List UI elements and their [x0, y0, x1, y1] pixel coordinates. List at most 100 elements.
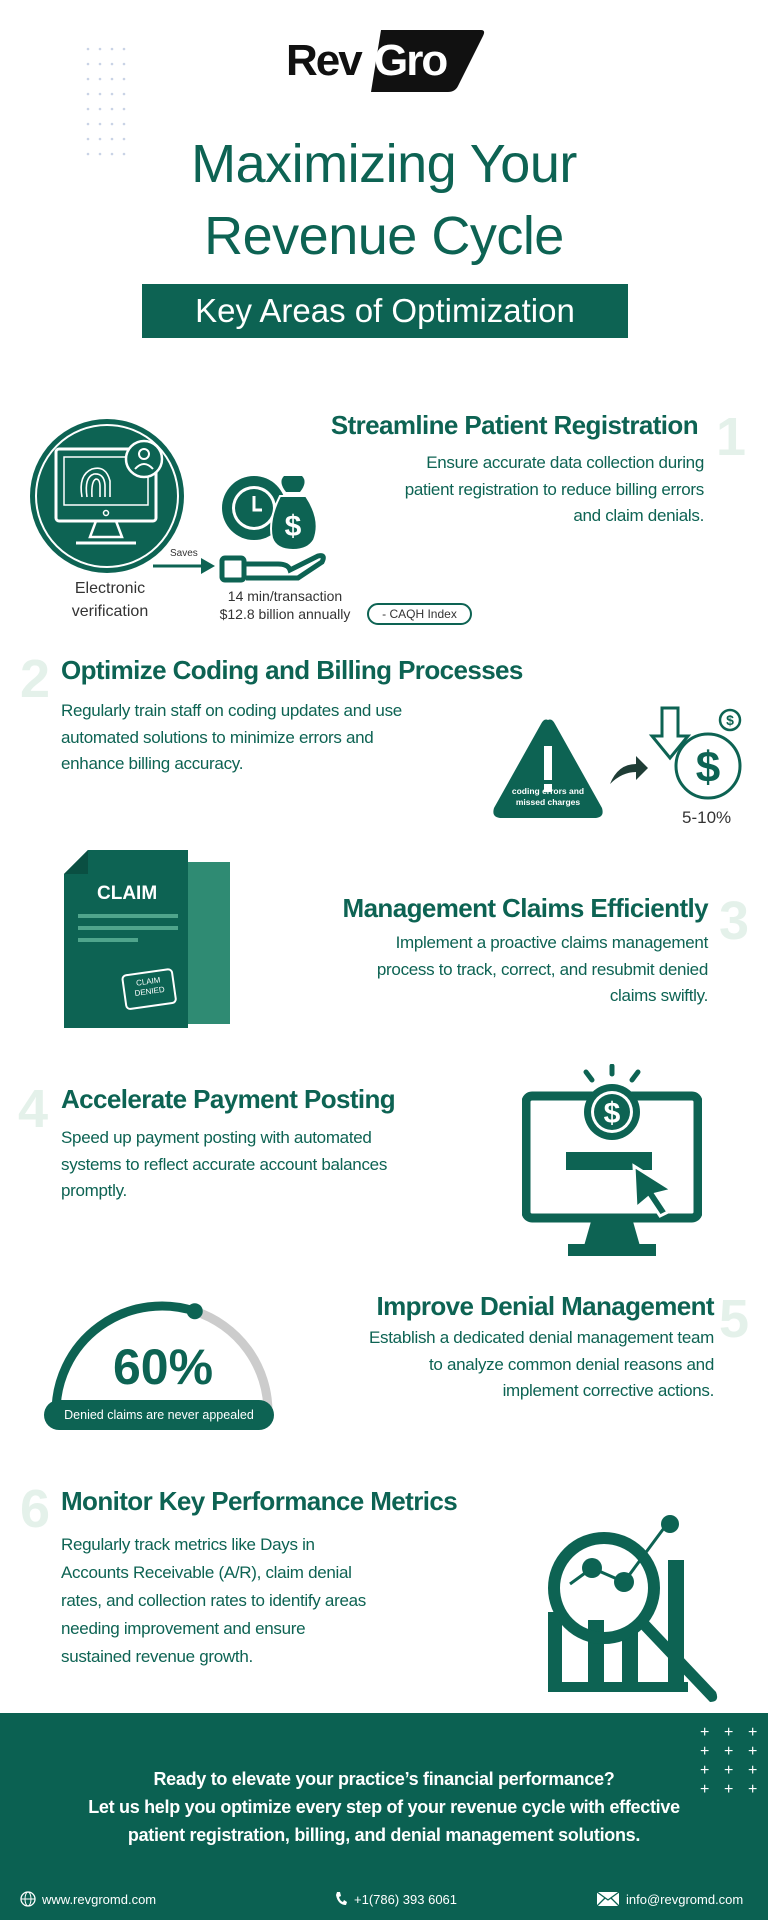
phone-link[interactable]: +1(786) 393 6061	[334, 1891, 457, 1907]
section-title-3: Management Claims Efficiently	[342, 893, 709, 923]
dot	[86, 107, 90, 111]
dot	[98, 62, 102, 66]
section-title-2: Optimize Coding and Billing Processes	[61, 655, 523, 685]
dot	[122, 77, 126, 81]
svg-text:$: $	[726, 712, 734, 728]
body-line: claims swiftly.	[609, 986, 708, 1005]
dot	[122, 47, 126, 51]
section-body-4: Speed up payment posting with automated …	[61, 1125, 387, 1205]
section-title-6: Monitor Key Performance Metrics	[61, 1486, 458, 1516]
dot	[86, 62, 90, 66]
source-badge: - CAQH Index	[367, 603, 472, 625]
fingerprint-monitor-icon	[30, 419, 184, 573]
body-line: Ensure accurate data collection during	[426, 453, 704, 472]
body-line: needing improvement and ensure	[61, 1619, 306, 1638]
dot	[86, 122, 90, 126]
label-line: missed charges	[515, 797, 581, 807]
title-line-1: Maximizing Your	[191, 134, 577, 194]
dot	[122, 62, 126, 66]
footer-cta: Ready to elevate your practice’s financi…	[0, 1765, 768, 1849]
gauge-caption: Denied claims are never appealed	[64, 1408, 254, 1422]
envelope-icon	[596, 1891, 620, 1907]
dot	[86, 47, 90, 51]
body-line: sustained revenue growth.	[61, 1647, 253, 1666]
label-line: Electronic	[74, 580, 146, 597]
dot	[98, 107, 102, 111]
phone-text: +1(786) 393 6061	[354, 1891, 458, 1907]
body-line: Accounts Receivable (A/R), claim denial	[61, 1563, 352, 1582]
svg-text:$: $	[285, 510, 302, 543]
website-text: www.revgromd.com	[42, 1891, 157, 1907]
cta-line: Let us help you optimize every step of y…	[88, 1797, 680, 1817]
revgro-logo: Rev Gro	[286, 30, 486, 92]
email-link[interactable]: info@revgromd.com	[596, 1891, 743, 1907]
logo-text-rev: Rev	[286, 36, 363, 85]
body-line: and claim denials.	[573, 506, 704, 525]
plus-mark: +	[748, 1724, 757, 1741]
cta-line: patient registration, billing, and denia…	[127, 1825, 641, 1845]
plus-mark: +	[748, 1743, 757, 1760]
logo-text-gro: Gro	[374, 36, 448, 85]
arrow-right-icon	[153, 558, 215, 574]
gauge-knob	[186, 1303, 203, 1320]
body-line: implement corrective actions.	[502, 1381, 715, 1400]
gauge-value: 60%	[112, 1339, 214, 1395]
warning-label: coding errors and missed charges	[490, 786, 606, 808]
page-title: Maximizing Your Revenue Cycle	[0, 128, 768, 272]
label-line: coding errors and	[511, 786, 585, 796]
section-number-5: 5	[719, 1289, 750, 1349]
plus-mark: +	[724, 1724, 733, 1741]
registration-stats: 14 min/transaction $12.8 billion annuall…	[210, 587, 360, 623]
title-line-2: Revenue Cycle	[204, 206, 564, 266]
section-body-3: Implement a proactive claims management …	[377, 930, 708, 1010]
revenue-loss-stat: 5-10%	[682, 808, 732, 827]
section-number-3: 3	[719, 891, 750, 951]
dot	[98, 77, 102, 81]
section-number-2: 2	[20, 649, 51, 709]
email-text: info@revgromd.com	[626, 1891, 744, 1907]
claim-denied-document-icon	[64, 850, 230, 1028]
time-money-hand-icon: $	[219, 476, 326, 583]
plus-mark: +	[724, 1743, 733, 1760]
section-number-1: 1	[716, 407, 747, 467]
plus-mark: +	[700, 1724, 709, 1741]
globe-icon	[20, 1891, 36, 1907]
body-line: automated solutions to minimize errors a…	[61, 727, 374, 747]
dot	[110, 77, 114, 81]
footer: + + + + + + + + + + + + Ready to elevate your pract…	[0, 1713, 768, 1920]
section-title-5: Improve Denial Management	[376, 1291, 714, 1321]
svg-text:$: $	[696, 743, 720, 792]
stat-line: 14 min/transaction	[227, 588, 343, 604]
section-title-1: Streamline Patient Registration	[330, 410, 699, 440]
dot	[110, 122, 114, 126]
body-line: process to track, correct, and resubmit …	[376, 959, 708, 979]
section-number-4: 4	[18, 1079, 49, 1139]
curved-arrow-icon	[610, 756, 648, 784]
website-link[interactable]: www.revgromd.com	[20, 1891, 156, 1907]
body-line: rates, and collection rates to identify …	[61, 1591, 366, 1610]
body-line: patient registration to reduce billing e…	[404, 479, 705, 499]
section-body-5: Establish a dedicated denial management …	[369, 1325, 714, 1405]
payment-monitor-icon: $	[522, 1064, 702, 1256]
dot	[98, 92, 102, 96]
section-body-1: Ensure accurate data collection during p…	[404, 450, 705, 530]
money-decrease-icon: $ $	[648, 706, 742, 800]
dot	[110, 62, 114, 66]
dot	[86, 77, 90, 81]
dot	[98, 47, 102, 51]
dot	[86, 92, 90, 96]
dot	[98, 122, 102, 126]
body-line: enhance billing accuracy.	[61, 754, 244, 773]
subtitle-banner: Key Areas of Optimization	[142, 284, 628, 338]
electronic-verification-label: Electronic verification	[40, 577, 180, 623]
claim-doc-title: CLAIM	[97, 883, 158, 904]
body-line: Regularly train staff on coding updates …	[61, 701, 402, 720]
body-line: promptly.	[61, 1181, 127, 1200]
dot	[122, 92, 126, 96]
subtitle: Key Areas of Optimization	[195, 292, 575, 329]
phone-icon	[336, 1892, 347, 1905]
section-number-6: 6	[20, 1479, 51, 1539]
body-line: Implement a proactive claims management	[395, 933, 709, 952]
dot	[110, 47, 114, 51]
label-line: verification	[71, 603, 149, 620]
